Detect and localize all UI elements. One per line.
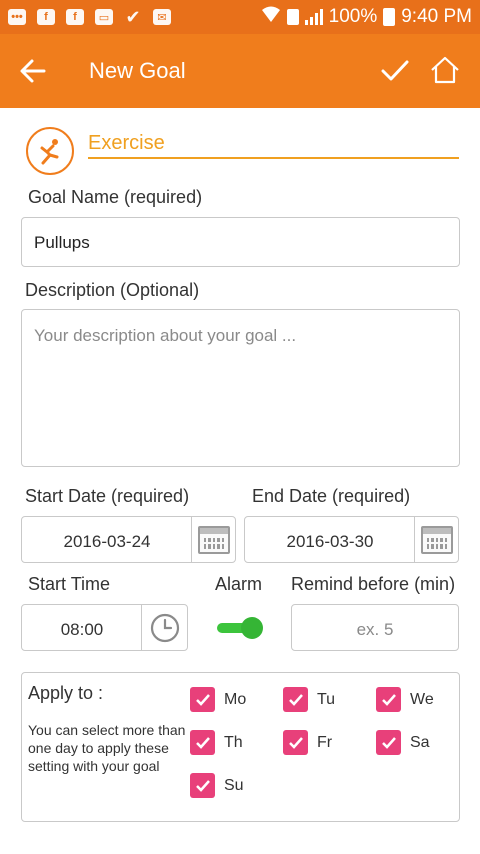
day-label: Su <box>224 776 244 794</box>
start-time-field[interactable]: 08:00 <box>21 604 188 651</box>
page-title: New Goal <box>89 58 186 83</box>
facebook-icon: f <box>66 9 84 25</box>
check-icon[interactable] <box>379 54 411 86</box>
alarm-toggle[interactable] <box>215 617 263 639</box>
description-placeholder: Your description about your goal ... <box>34 326 297 345</box>
notification-icons: ••• f f ▭ ✔ ✉ <box>8 6 171 27</box>
start-time-label: Start Time <box>28 574 111 594</box>
category-name[interactable]: Exercise <box>88 132 165 155</box>
clock-icon[interactable] <box>141 605 187 650</box>
home-icon[interactable] <box>429 54 461 86</box>
goal-name-label: Goal Name (required) <box>28 187 203 207</box>
end-date-value: 2016-03-30 <box>286 532 374 551</box>
day-checkbox-mo[interactable]: Mo <box>190 687 246 712</box>
remind-before-placeholder: ex. 5 <box>356 620 394 639</box>
image-icon: ▭ <box>95 9 113 25</box>
day-checkbox-sa[interactable]: Sa <box>376 730 430 755</box>
start-date-label: Start Date (required) <box>25 486 190 506</box>
end-date-label: End Date (required) <box>252 486 411 506</box>
goal-name-field[interactable]: Pullups <box>21 217 460 267</box>
clock: 9:40 PM <box>401 6 472 27</box>
day-checkbox-fr[interactable]: Fr <box>283 730 332 755</box>
day-checkbox-su[interactable]: Su <box>190 773 244 798</box>
check-icon: ✔ <box>125 6 141 27</box>
day-label: Tu <box>317 690 336 708</box>
day-checkbox-th[interactable]: Th <box>190 730 243 755</box>
description-field[interactable]: Your description about your goal ... <box>21 309 460 467</box>
signal-icon <box>304 9 323 25</box>
check-icon <box>190 687 215 712</box>
remind-before-field[interactable]: ex. 5 <box>291 604 459 651</box>
day-label: We <box>410 690 434 708</box>
battery-icon <box>383 8 396 26</box>
toggle-knob <box>241 617 263 639</box>
apply-to-help: You can select more than one day to appl… <box>28 722 186 774</box>
day-checkbox-we[interactable]: We <box>376 687 434 712</box>
check-icon <box>283 687 308 712</box>
status-bar: ••• f f ▭ ✔ ✉ 100% 9:40 PM <box>0 0 480 34</box>
check-icon <box>376 730 401 755</box>
arrow-left-icon[interactable] <box>18 56 48 86</box>
system-status: 100% 9:40 PM <box>261 5 472 29</box>
description-label: Description (Optional) <box>25 280 200 300</box>
goal-name-value: Pullups <box>34 233 90 252</box>
day-label: Sa <box>410 733 430 751</box>
apply-to-title: Apply to : <box>28 683 104 703</box>
calendar-icon[interactable] <box>191 517 236 562</box>
message-icon: ••• <box>8 9 26 25</box>
end-date-field[interactable]: 2016-03-30 <box>244 516 459 563</box>
day-label: Mo <box>224 690 247 708</box>
app-bar: New Goal <box>0 34 480 108</box>
mail-icon: ✉ <box>153 9 171 25</box>
calendar-icon[interactable] <box>414 517 459 562</box>
day-label: Th <box>224 733 243 751</box>
check-icon <box>376 687 401 712</box>
sim-icon <box>286 9 299 25</box>
facebook-icon: f <box>37 9 55 25</box>
alarm-label: Alarm <box>215 574 263 594</box>
check-icon <box>283 730 308 755</box>
day-label: Fr <box>317 733 333 751</box>
start-date-value: 2016-03-24 <box>63 532 151 551</box>
category-underline <box>88 157 459 159</box>
check-icon <box>190 773 215 798</box>
battery-percent: 100% <box>328 6 378 27</box>
day-checkbox-tu[interactable]: Tu <box>283 687 335 712</box>
start-time-value: 08:00 <box>60 620 104 639</box>
stretching-person-icon[interactable] <box>26 127 74 175</box>
remind-before-label: Remind before (min) <box>291 574 456 594</box>
wifi-icon <box>261 5 281 29</box>
check-icon <box>190 730 215 755</box>
start-date-field[interactable]: 2016-03-24 <box>21 516 236 563</box>
